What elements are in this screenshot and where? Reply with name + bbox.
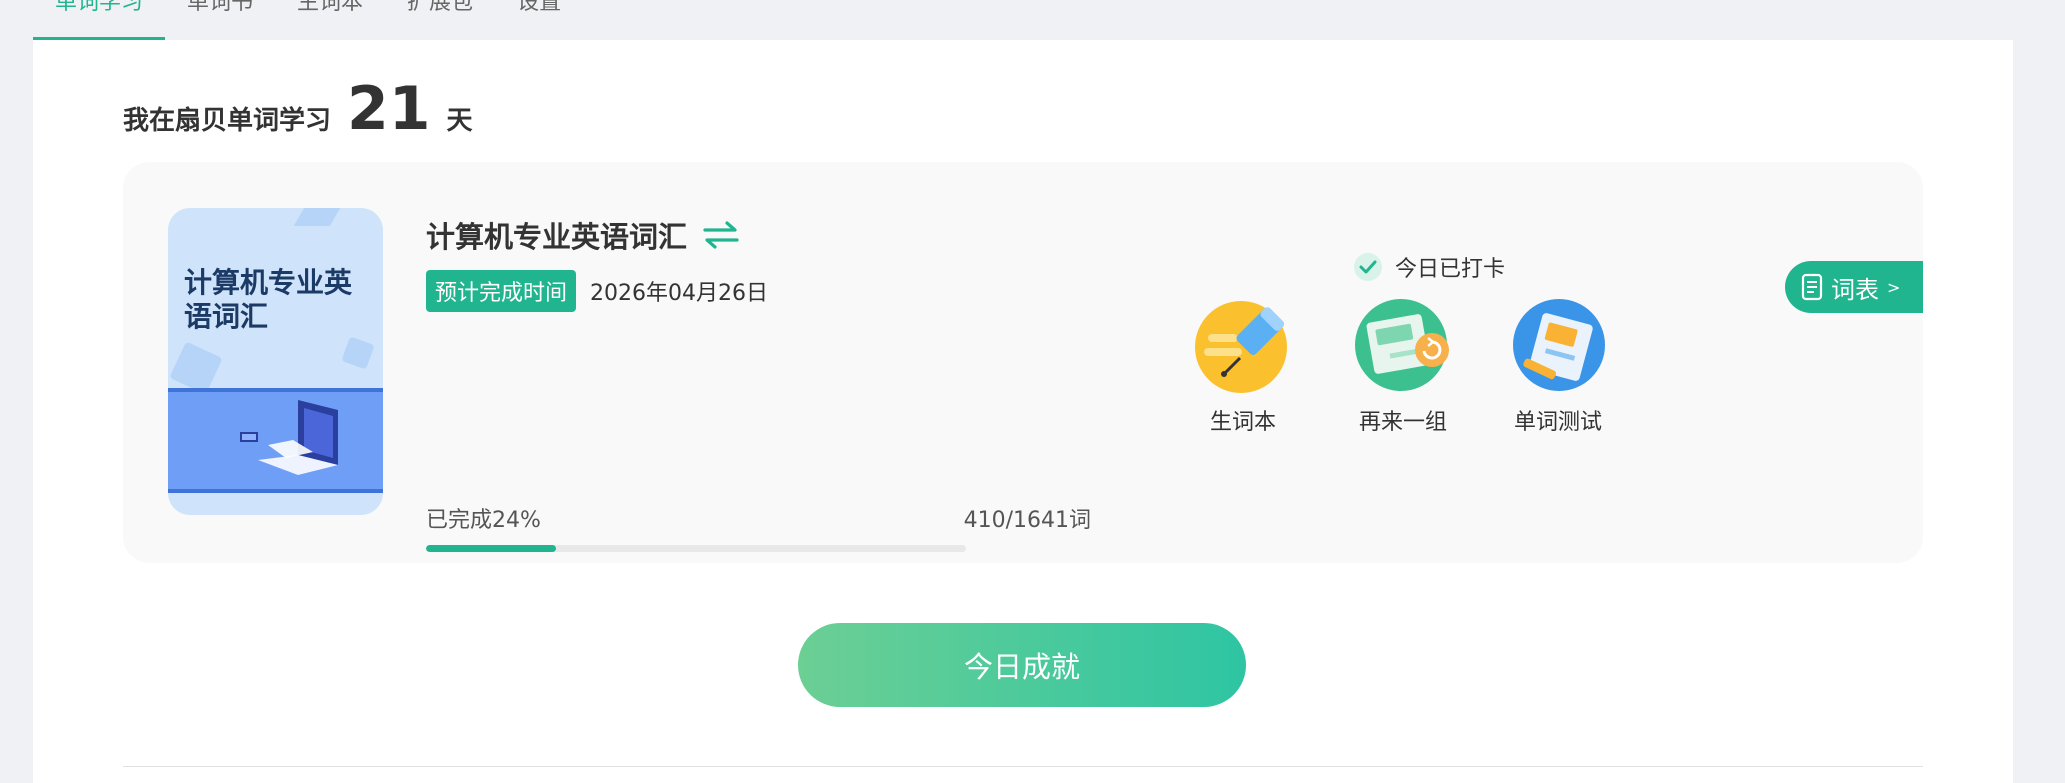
eta-row: 预计完成时间 2026年04月26日 bbox=[426, 270, 768, 312]
document-icon bbox=[1801, 273, 1823, 301]
another-group-button[interactable]: 再来一组 bbox=[1348, 296, 1458, 436]
tab-bar: 单词学习 单词书 生词本 扩展包 设置 bbox=[33, 0, 2013, 40]
new-words-label: 生词本 bbox=[1209, 410, 1276, 435]
test-paper-icon bbox=[1513, 299, 1605, 391]
word-test-button[interactable]: 单词测试 bbox=[1503, 296, 1613, 436]
wordlist-label: 词表 bbox=[1831, 275, 1879, 304]
cover-title: 计算机专业英语词汇 bbox=[184, 266, 353, 333]
main-panel: 我在扇贝单词学习 21 天 计算机专业英语词汇 计算机专业英语词汇 预计完成时间… bbox=[33, 40, 2013, 783]
refresh-cards-icon bbox=[1355, 299, 1449, 391]
checkin-status: 今日已打卡 bbox=[1353, 251, 1505, 283]
progress-label: 已完成24% bbox=[426, 508, 541, 533]
book-title: 计算机专业英语词汇 bbox=[426, 220, 688, 254]
cover-decoration bbox=[169, 341, 223, 395]
divider bbox=[123, 766, 1923, 767]
tab-settings[interactable]: 设置 bbox=[495, 0, 583, 40]
wordlist-button[interactable]: 词表 > bbox=[1785, 261, 1923, 313]
progress-count: 410/1641词 bbox=[963, 508, 1091, 533]
headline-suffix: 天 bbox=[446, 106, 473, 136]
word-test-label: 单词测试 bbox=[1513, 410, 1602, 435]
tab-new-words[interactable]: 生词本 bbox=[275, 0, 385, 40]
switch-book-icon[interactable] bbox=[703, 220, 739, 250]
checkin-text: 今日已打卡 bbox=[1395, 257, 1506, 282]
highlighter-icon bbox=[1195, 301, 1287, 393]
current-book-card: 计算机专业英语词汇 计算机专业英语词汇 预计完成时间 2026年04月26日 已… bbox=[123, 162, 1923, 563]
book-title-row: 计算机专业英语词汇 bbox=[426, 214, 739, 256]
book-cover[interactable]: 计算机专业英语词汇 bbox=[168, 208, 383, 515]
eta-badge: 预计完成时间 bbox=[426, 270, 577, 312]
another-group-label: 再来一组 bbox=[1358, 410, 1447, 435]
eta-date: 2026年04月26日 bbox=[590, 281, 768, 306]
new-words-button[interactable]: 生词本 bbox=[1188, 296, 1298, 436]
study-days-count: 21 bbox=[347, 74, 431, 144]
tab-word-books[interactable]: 单词书 bbox=[165, 0, 275, 40]
cover-decoration bbox=[293, 208, 341, 226]
check-icon bbox=[1354, 253, 1382, 281]
headline-prefix: 我在扇贝单词学习 bbox=[123, 106, 332, 136]
today-achievement-button[interactable]: 今日成就 bbox=[798, 623, 1246, 707]
cover-decoration bbox=[341, 336, 375, 370]
tab-word-study[interactable]: 单词学习 bbox=[33, 0, 166, 40]
today-achievement-label: 今日成就 bbox=[963, 650, 1080, 684]
progress-bar-fill bbox=[426, 545, 556, 552]
progress-bar bbox=[426, 545, 966, 552]
study-days-headline: 我在扇贝单词学习 21 天 bbox=[123, 74, 473, 154]
tab-extensions[interactable]: 扩展包 bbox=[385, 0, 495, 40]
chevron-right-icon: > bbox=[1887, 277, 1901, 297]
laptop-illustration-icon bbox=[240, 400, 338, 475]
